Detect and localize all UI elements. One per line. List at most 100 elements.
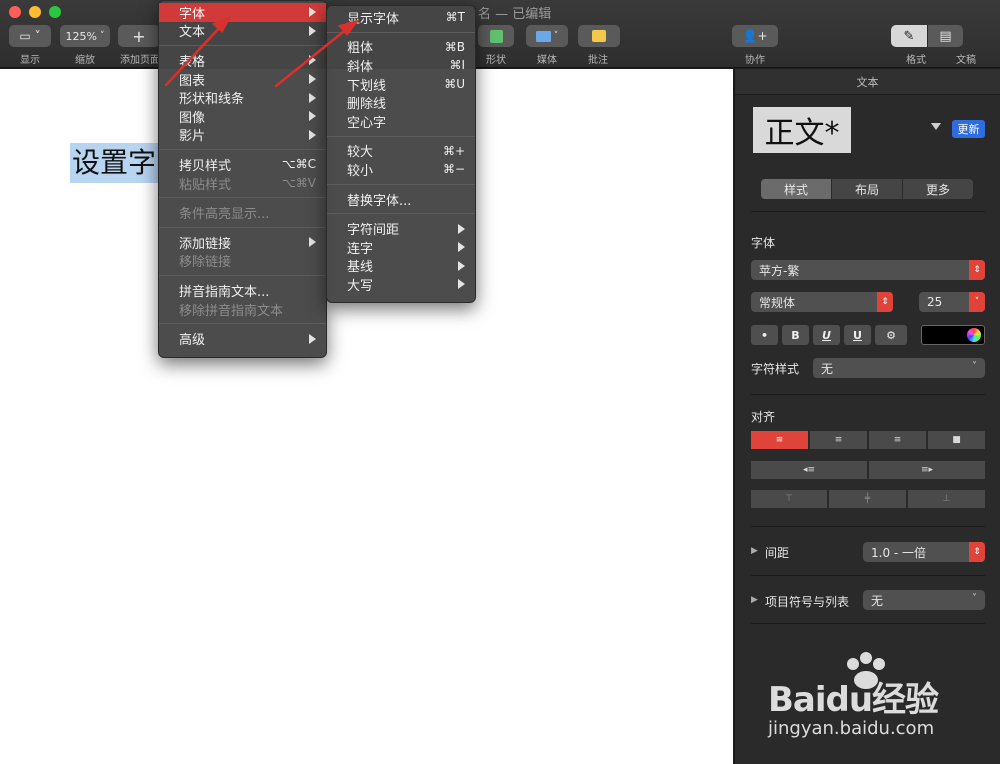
menu-item-label: 拷贝样式 — [179, 158, 232, 174]
align-left-button[interactable]: ≡ — [751, 431, 808, 449]
bold-button[interactable]: B — [782, 325, 809, 345]
view-button[interactable]: ▭ ˅ — [9, 25, 51, 47]
align-right-button[interactable]: ≡ — [869, 431, 926, 449]
spacing-value: 1.0 - 一倍 — [871, 545, 927, 560]
bullets-popup[interactable]: 无 ˅ — [863, 590, 985, 610]
align-top-button[interactable]: ⊤ — [751, 490, 827, 508]
zoom-popup[interactable]: 125% ˅ — [60, 25, 110, 47]
font-size-value: 25 — [927, 295, 943, 309]
sidebar-icon: ▭ ˅ — [19, 29, 41, 43]
align-bottom-button[interactable]: ⊥ — [908, 490, 985, 508]
tab-style[interactable]: 样式 — [761, 179, 832, 199]
format-menu-item-6[interactable]: 图像 — [159, 107, 326, 126]
format-menu-item-9[interactable]: 拷贝样式 ⌥⌘C — [159, 155, 326, 174]
font-menu-item-5[interactable]: 删除线 — [327, 93, 475, 112]
format-menu-item-4[interactable]: 图表 — [159, 70, 326, 89]
format-menu-item-14[interactable]: 添加链接 — [159, 233, 326, 252]
bullets-label[interactable]: 项目符号与列表 — [765, 593, 849, 610]
font-menu-item-9[interactable]: 较小 ⌘− — [327, 160, 475, 179]
decrease-indent-button[interactable]: ◂≡ — [751, 461, 867, 479]
font-menu-item-13[interactable]: 字符间距 — [327, 219, 475, 238]
format-button[interactable]: ✎ — [891, 25, 927, 47]
paragraph-style-preview[interactable]: 正文* — [753, 107, 851, 153]
divider — [751, 575, 985, 576]
watermark-brand: Baidu经验 — [768, 680, 939, 720]
indent-buttons: ◂≡ ≡▸ — [751, 461, 985, 479]
comment-button[interactable] — [578, 25, 620, 47]
divider — [751, 394, 985, 395]
menu-item-label: 删除线 — [347, 97, 387, 113]
menu-separator — [327, 183, 475, 185]
spacing-label[interactable]: 间距 — [765, 544, 789, 561]
format-menu-item-1[interactable]: 文本 — [159, 22, 326, 40]
font-menu-item-11[interactable]: 替换字体... — [327, 190, 475, 209]
font-menu-item-4[interactable]: 下划线 ⌘U — [327, 75, 475, 94]
font-menu-item-2[interactable]: 粗体 ⌘B — [327, 38, 475, 57]
update-style-button[interactable]: 更新 — [952, 120, 985, 138]
format-menu-item-7[interactable]: 影片 — [159, 126, 326, 144]
format-menu-item-17[interactable]: 拼音指南文本... — [159, 281, 326, 300]
font-weight-popup[interactable]: 常规体 ⇕ — [751, 292, 893, 312]
font-section-label: 字体 — [751, 236, 776, 250]
spacing-popup[interactable]: 1.0 - 一倍 ⇕ — [863, 542, 985, 562]
increase-indent-button[interactable]: ≡▸ — [869, 461, 985, 479]
font-menu-item-0[interactable]: 显示字体 ⌘T — [327, 8, 475, 27]
style-menu-disclosure-icon[interactable] — [931, 123, 941, 130]
font-menu-item-3[interactable]: 斜体 ⌘I — [327, 56, 475, 75]
font-family-popup[interactable]: 苹方-繁 ⇕ — [751, 260, 985, 280]
format-menu-item-5[interactable]: 形状和线条 — [159, 88, 326, 107]
align-left-icon: ≡ — [775, 435, 784, 445]
menu-separator — [327, 135, 475, 137]
format-menu: 字体 文本表格 图表 形状和线条 图像 影片拷贝样式 ⌥⌘C 粘贴样式 ⌥⌘V 条件高亮显示...… — [158, 0, 327, 358]
disclosure-triangle-icon[interactable]: ▶ — [751, 546, 758, 556]
zoom-window-button[interactable] — [49, 6, 61, 18]
format-menu-item-10: 粘贴样式 ⌥⌘V — [159, 174, 326, 193]
submenu-arrow-icon — [309, 7, 316, 18]
menu-item-label: 基线 — [347, 260, 374, 276]
format-menu-item-20[interactable]: 高级 — [159, 329, 326, 348]
document-label: 文稿 — [956, 55, 976, 66]
font-menu-item-6[interactable]: 空心字 — [327, 112, 475, 131]
color-wheel-icon[interactable] — [967, 328, 981, 342]
font-menu-item-15[interactable]: 基线 — [327, 257, 475, 276]
menu-shortcut: ⌘+ — [442, 143, 465, 158]
format-menu-item-0[interactable]: 字体 — [159, 3, 326, 22]
text-options-button[interactable]: • — [751, 325, 778, 345]
add-page-button[interactable]: + — [118, 25, 160, 47]
justify-button[interactable]: ■ — [928, 431, 985, 449]
minimize-window-button[interactable] — [29, 6, 41, 18]
tab-layout[interactable]: 布局 — [832, 179, 903, 199]
menu-separator — [159, 197, 326, 199]
submenu-arrow-icon — [309, 333, 316, 344]
disclosure-triangle-icon[interactable]: ▶ — [751, 595, 758, 605]
media-button[interactable]: ˅ — [526, 25, 568, 47]
tab-more[interactable]: 更多 — [903, 179, 973, 199]
font-menu-item-8[interactable]: 较大 ⌘+ — [327, 142, 475, 161]
italic-button[interactable]: U — [813, 325, 840, 345]
shape-button[interactable] — [478, 25, 514, 47]
selected-body-text[interactable]: 设置字 — [70, 143, 159, 183]
font-weight-value: 常规体 — [759, 295, 796, 310]
font-size-field[interactable]: 25 ˅ — [919, 292, 985, 312]
menu-item-label: 字符间距 — [347, 223, 400, 239]
advanced-options-button[interactable]: ⚙ — [875, 325, 907, 345]
menu-shortcut: ⌘U — [444, 77, 465, 92]
bullets-value: 无 — [871, 593, 884, 608]
format-menu-item-3[interactable]: 表格 — [159, 51, 326, 70]
menu-item-label: 条件高亮显示... — [179, 207, 270, 223]
collaborate-button[interactable]: 👤+ — [732, 25, 778, 47]
align-center-button[interactable]: ≡ — [810, 431, 867, 449]
horizontal-align-buttons: ≡ ≡ ≡ ■ — [751, 431, 985, 449]
char-style-popup[interactable]: 无 ˅ — [813, 358, 985, 378]
view-label: 显示 — [20, 55, 40, 66]
font-menu-item-14[interactable]: 连字 — [327, 238, 475, 257]
document-button[interactable]: ▤ — [927, 25, 963, 47]
shape-icon — [489, 29, 503, 43]
underline-button[interactable]: U — [844, 325, 871, 345]
close-window-button[interactable] — [9, 6, 21, 18]
outdent-icon: ◂≡ — [802, 465, 816, 475]
font-menu-item-16[interactable]: 大写 — [327, 275, 475, 294]
submenu-arrow-icon — [309, 111, 316, 122]
align-middle-button[interactable]: ╪ — [829, 490, 906, 508]
vertical-align-buttons: ⊤ ╪ ⊥ — [751, 490, 985, 508]
